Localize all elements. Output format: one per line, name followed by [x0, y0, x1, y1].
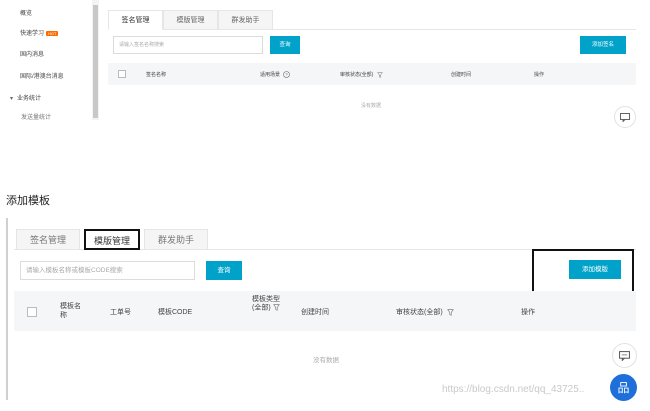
- empty-state-top: 没有数据: [361, 103, 382, 109]
- column-template-name: 模板名称: [60, 303, 81, 319]
- sidebar-item-stats[interactable]: ▾ 业务统计: [10, 93, 41, 102]
- tab-signature[interactable]: 签名管理: [16, 229, 80, 250]
- column-signature-name: 签名名称: [146, 72, 167, 78]
- add-signature-button[interactable]: 添加签名: [580, 36, 626, 54]
- sidebar: 概览 快速学习 HOT 国内消息 国际/港澳台消息 ▾ 业务统计 发送量统计: [0, 0, 98, 121]
- tab-bulk-top[interactable]: 群发助手: [218, 10, 273, 30]
- sidebar-item-domestic[interactable]: 国内消息: [20, 49, 44, 58]
- tab-template[interactable]: 模版管理: [84, 229, 140, 250]
- hot-badge: HOT: [46, 30, 59, 36]
- help-circle-icon[interactable]: ?: [283, 71, 291, 78]
- sidebar-item-overview[interactable]: 概览: [20, 8, 32, 17]
- add-template-button[interactable]: 添加模版: [569, 260, 621, 279]
- filter-icon[interactable]: [272, 304, 280, 311]
- template-table-header: 模板名称 工单号 模板CODE 模板类型(全部) 创建时间 审核状态(全部) 操…: [14, 291, 636, 331]
- column-review-status[interactable]: 审核状态(全部): [340, 71, 383, 78]
- tab-template-top[interactable]: 模版管理: [163, 10, 218, 30]
- caret-down-icon: ▾: [10, 96, 14, 102]
- sidebar-item-international[interactable]: 国际/港澳台消息: [20, 71, 64, 80]
- sidebar-item-send-stats[interactable]: 发送量统计: [21, 112, 51, 121]
- assistant-icon: 品: [617, 381, 630, 395]
- column-review-status[interactable]: 审核状态(全部): [396, 307, 454, 317]
- filter-icon[interactable]: [376, 72, 383, 78]
- chat-icon[interactable]: [614, 106, 636, 128]
- column-template-type[interactable]: 模板类型(全部): [252, 296, 284, 312]
- sidebar-item-quick-learn[interactable]: 快速学习 HOT: [20, 28, 59, 37]
- sidebar-scroll-thumb[interactable]: [93, 5, 98, 118]
- search-button[interactable]: 查询: [206, 261, 242, 280]
- empty-state: 没有数据: [313, 357, 339, 364]
- column-actions: 操作: [521, 309, 535, 316]
- chat-glyph-icon: [620, 112, 630, 122]
- column-ticket-no: 工单号: [110, 309, 131, 316]
- column-template-code: 模板CODE: [158, 309, 193, 316]
- template-search-input[interactable]: 请输入模板名称或模板CODE搜索: [20, 261, 195, 280]
- svg-text:?: ?: [286, 72, 289, 77]
- chat-icon[interactable]: [612, 343, 637, 368]
- column-created-time: 创建时间: [301, 309, 329, 316]
- panel-left-border: [6, 218, 8, 400]
- signature-table-header: 签名名称 适用场景 ? 审核状态(全部) 创建时间 操作: [108, 63, 636, 85]
- watermark: https://blog.csdn.net/qq_43725..: [442, 384, 585, 395]
- assistant-button[interactable]: 品: [610, 374, 637, 401]
- column-scene[interactable]: 适用场景 ?: [260, 71, 291, 78]
- signature-search-input[interactable]: 请输入签名名称搜索: [113, 36, 263, 54]
- filter-icon[interactable]: [446, 309, 454, 316]
- select-all-checkbox-bottom[interactable]: [27, 307, 37, 317]
- tab-bulk[interactable]: 群发助手: [144, 229, 208, 250]
- column-actions: 操作: [534, 72, 545, 78]
- select-all-checkbox[interactable]: [118, 70, 126, 78]
- tab-signature-top[interactable]: 签名管理: [108, 10, 163, 30]
- section-title: 添加模板: [6, 194, 50, 207]
- search-button-top[interactable]: 查询: [270, 36, 300, 54]
- chat-glyph-icon: [619, 350, 630, 361]
- column-created-time: 创建时间: [451, 72, 472, 78]
